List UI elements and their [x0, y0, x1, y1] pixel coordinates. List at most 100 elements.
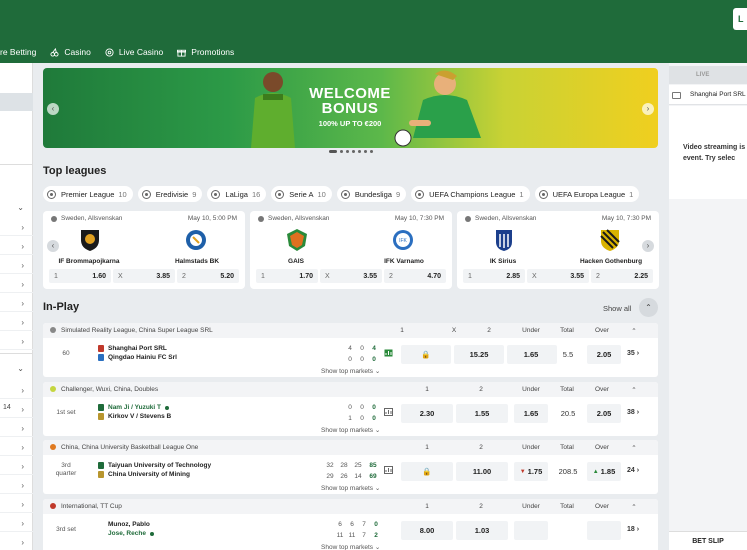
- nav-live-betting[interactable]: re Betting: [0, 47, 36, 57]
- login-button[interactable]: L: [733, 8, 747, 30]
- odd-home[interactable]: 1 2.85: [463, 269, 525, 283]
- more-markets[interactable]: 35 ›: [627, 350, 639, 357]
- show-top-markets[interactable]: Show top markets ⌄: [321, 484, 380, 492]
- show-top-markets[interactable]: Show top markets ⌄: [321, 426, 380, 434]
- tv-icon: [672, 92, 681, 99]
- more-markets[interactable]: 38 ›: [627, 409, 639, 416]
- chip-label: Bundesliga: [354, 189, 392, 199]
- pagination-dot[interactable]: [352, 150, 355, 153]
- sidebar-item[interactable]: ›: [0, 256, 33, 274]
- welcome-banner[interactable]: WELCOME BONUS 100% UP TO €200 ‹ ›: [43, 68, 658, 148]
- sidebar-selected-row[interactable]: [0, 93, 33, 111]
- show-top-markets[interactable]: Show top markets ⌄: [321, 543, 380, 550]
- cards-next-button[interactable]: ›: [642, 240, 654, 252]
- pagination-dot[interactable]: [358, 150, 361, 153]
- pagination-dot[interactable]: [346, 150, 349, 153]
- collapse-icon[interactable]: ⌃: [619, 503, 649, 511]
- sidebar-item[interactable]: ›: [0, 476, 33, 494]
- more-markets[interactable]: 18 ›: [627, 526, 639, 533]
- match-card[interactable]: Sweden, Allsvenskan May 10, 7:30 PM IK S…: [457, 211, 659, 289]
- odd-under[interactable]: 1.65: [514, 404, 548, 423]
- sidebar-item[interactable]: ›: [0, 237, 33, 255]
- sidebar-item[interactable]: ›: [0, 275, 33, 293]
- sidebar-item[interactable]: ›: [0, 294, 33, 312]
- nav-promotions[interactable]: Promotions: [177, 47, 234, 57]
- odd-over[interactable]: [587, 521, 621, 540]
- odd-home[interactable]: 1 1.60: [49, 269, 111, 283]
- collapse-icon[interactable]: ⌃: [619, 444, 649, 452]
- chip-eredivisie[interactable]: Eredivisie 9: [137, 186, 203, 202]
- odd-draw[interactable]: X 3.85: [113, 269, 175, 283]
- pagination-dot[interactable]: [364, 150, 367, 153]
- pagination-dot[interactable]: [370, 150, 373, 153]
- score: 11: [336, 532, 344, 539]
- cards-prev-button[interactable]: ‹: [47, 240, 59, 252]
- chip-europa-league[interactable]: UEFA Europa League 1: [534, 186, 640, 202]
- odd-home[interactable]: 2.30: [401, 404, 453, 423]
- collapse-button[interactable]: ⌃: [639, 298, 658, 317]
- score: 25: [354, 462, 362, 469]
- live-stats-icon[interactable]: [384, 466, 393, 474]
- odd-over[interactable]: 2.05: [587, 404, 621, 423]
- pagination-dot[interactable]: [329, 150, 337, 153]
- live-event-selector[interactable]: Shanghai Port SRL: [669, 85, 747, 105]
- odds-row: 1 2.85 X 3.55 2 2.25: [463, 269, 653, 283]
- live-stats-icon[interactable]: [384, 349, 393, 357]
- odd-away[interactable]: 1.55: [456, 404, 508, 423]
- odd-away[interactable]: 2 2.25: [591, 269, 653, 283]
- show-all-link[interactable]: Show all: [603, 304, 631, 313]
- chip-bundesliga[interactable]: Bundesliga 9: [336, 186, 407, 202]
- live-stats-icon[interactable]: [384, 408, 393, 416]
- sidebar-item[interactable]: ›: [0, 495, 33, 513]
- more-markets[interactable]: 24 ›: [627, 467, 639, 474]
- odd-under[interactable]: ▼ 1.75: [514, 462, 548, 481]
- sidebar-item[interactable]: ›: [0, 438, 33, 456]
- chip-label: UEFA Europa League: [552, 189, 626, 199]
- show-top-markets[interactable]: Show top markets ⌄: [321, 367, 380, 375]
- odd-under[interactable]: [514, 521, 548, 540]
- odd-away[interactable]: 2 4.70: [384, 269, 446, 283]
- sidebar-item[interactable]: ›: [0, 514, 33, 532]
- banner-next-button[interactable]: ›: [642, 103, 654, 115]
- col-header: X: [451, 327, 457, 334]
- odd-home[interactable]: 1 1.70: [256, 269, 318, 283]
- sidebar-item[interactable]: 14 ›: [0, 400, 33, 418]
- chip-champions-league[interactable]: UEFA Champions League 1: [411, 186, 530, 202]
- sidebar-item[interactable]: ›: [0, 218, 33, 236]
- league-name: Sweden, Allsvenskan: [61, 215, 123, 222]
- odd-draw[interactable]: 15.25: [454, 345, 504, 364]
- banner-prev-button[interactable]: ‹: [47, 103, 59, 115]
- odd-over[interactable]: ▲ 1.85: [587, 462, 621, 481]
- sidebar-item[interactable]: ›: [0, 419, 33, 437]
- match-card[interactable]: Sweden, Allsvenskan May 10, 5:00 PM IF B…: [43, 211, 245, 289]
- chevron-right-icon: ›: [21, 405, 24, 414]
- nav-casino[interactable]: Casino: [50, 47, 91, 57]
- sidebar-item[interactable]: ›: [0, 332, 33, 350]
- odd-over[interactable]: 2.05: [587, 345, 621, 364]
- sidebar-group-header[interactable]: ⌄: [0, 198, 33, 216]
- collapse-icon[interactable]: ⌃: [619, 386, 649, 394]
- col-header: 2: [479, 386, 483, 393]
- chip-premier-league[interactable]: Premier League 10: [43, 186, 133, 202]
- sidebar-item[interactable]: ›: [0, 457, 33, 475]
- bet-slip-button[interactable]: BET SLIP: [669, 531, 747, 550]
- odd-away[interactable]: 11.00: [456, 462, 508, 481]
- chip-serie-a[interactable]: Serie A 10: [271, 186, 332, 202]
- nav-live-casino[interactable]: Live Casino: [105, 47, 163, 57]
- odd-away[interactable]: 2 5.20: [177, 269, 239, 283]
- score: 0: [372, 404, 376, 411]
- sidebar-item[interactable]: ›: [0, 381, 33, 399]
- sidebar-group-header[interactable]: ⌄: [0, 359, 33, 377]
- odd-home[interactable]: 8.00: [401, 521, 453, 540]
- collapse-icon[interactable]: ⌃: [619, 327, 649, 335]
- chip-laliga[interactable]: LaLiga 16: [207, 186, 267, 202]
- odd-under[interactable]: 1.65: [514, 345, 548, 364]
- odd-draw[interactable]: X 3.55: [320, 269, 382, 283]
- pagination-dot[interactable]: [340, 150, 343, 153]
- live-tab[interactable]: LIVE: [669, 66, 747, 84]
- sidebar-item[interactable]: ›: [0, 533, 33, 550]
- match-card[interactable]: Sweden, Allsvenskan May 10, 7:30 PM IFK …: [250, 211, 452, 289]
- odd-away[interactable]: 1.03: [456, 521, 508, 540]
- odd-draw[interactable]: X 3.55: [527, 269, 589, 283]
- sidebar-item[interactable]: ›: [0, 313, 33, 331]
